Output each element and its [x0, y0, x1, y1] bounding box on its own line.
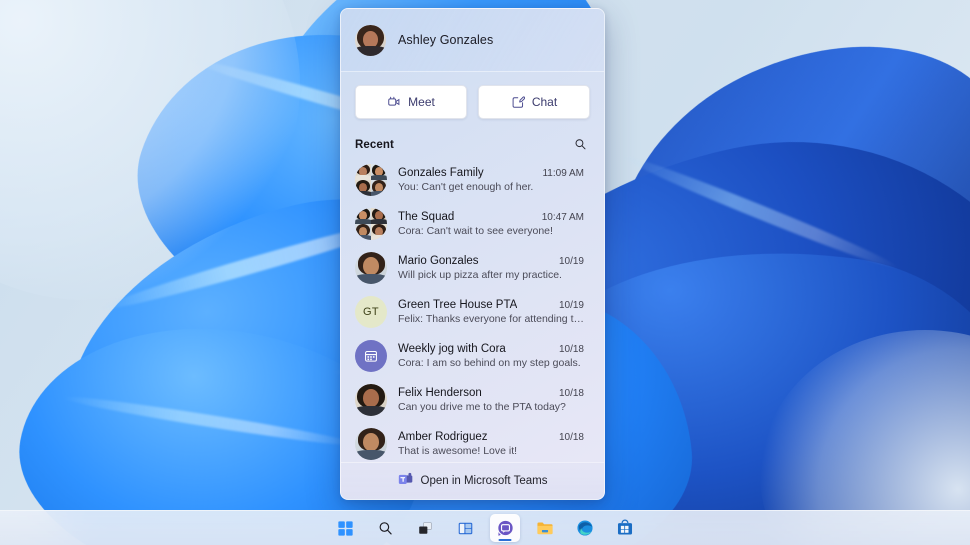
conversation-name: Amber Rodriguez — [398, 431, 488, 443]
open-in-teams-button[interactable]: Open in Microsoft Teams — [341, 462, 604, 499]
conversation-row[interactable]: Felix Henderson 10/18 Can you drive me to … — [341, 378, 604, 422]
conversation-timestamp: 11:09 AM — [542, 168, 584, 179]
conversation-preview: That is awesome! Love it! — [398, 445, 518, 457]
edge-button[interactable] — [570, 514, 600, 542]
video-camera-icon — [387, 95, 401, 109]
search-icon[interactable] — [573, 137, 588, 152]
ashley-gonzales-avatar — [355, 24, 386, 56]
search-icon — [377, 520, 394, 537]
conversation-name: Gonzales Family — [398, 167, 484, 179]
conversation-preview: Can you drive me to the PTA today? — [398, 401, 566, 413]
desktop-screen: Ashley Gonzales Meet Chat Recent Gonzale… — [0, 0, 970, 545]
conversation-preview: Cora: I am so behind on my step goals. — [398, 357, 581, 369]
the-squad-group-avatar — [355, 208, 387, 240]
conversation-body: Amber Rodriguez 10/18 That is awesome! Lov… — [398, 431, 590, 457]
meet-button-label: Meet — [408, 95, 435, 109]
conversation-timestamp: 10:47 AM — [541, 212, 584, 223]
amber-rodriguez-avatar — [355, 428, 387, 460]
conversation-row[interactable]: Amber Rodriguez 10/18 That is awesome! Lov… — [341, 422, 604, 466]
chat-flyout-panel: Ashley Gonzales Meet Chat Recent Gonzale… — [340, 8, 605, 500]
microsoft-edge-icon — [576, 519, 594, 537]
conversation-name: Mario Gonzales — [398, 255, 479, 267]
conversation-row[interactable]: GT Green Tree House PTA 10/19 Felix: Thanks… — [341, 290, 604, 334]
chat-button[interactable]: Chat — [478, 85, 590, 119]
conversation-body: Green Tree House PTA 10/19 Felix: Thanks e… — [398, 299, 590, 325]
gonzales-family-group-avatar — [355, 164, 387, 196]
task-view-icon — [417, 520, 434, 537]
taskbar — [0, 510, 970, 545]
recent-title: Recent — [355, 138, 394, 151]
conversation-row[interactable]: The Squad 10:47 AM Cora: Can't wait to see… — [341, 202, 604, 246]
chat-taskbar-button[interactable] — [490, 514, 520, 542]
wallpaper-petal — [549, 0, 970, 468]
conversation-name: Felix Henderson — [398, 387, 482, 399]
conversation-preview: Felix: Thanks everyone for attending tod… — [398, 313, 584, 325]
conversation-preview: You: Can't get enough of her. — [398, 181, 534, 193]
conversation-name: The Squad — [398, 211, 455, 223]
conversation-body: Mario Gonzales 10/19 Will pick up pizza af… — [398, 255, 590, 281]
microsoft-teams-icon — [398, 472, 413, 490]
mario-gonzales-avatar — [355, 252, 387, 284]
felix-henderson-avatar — [355, 384, 387, 416]
wallpaper-glow — [0, 0, 300, 300]
chat-button-label: Chat — [531, 95, 558, 109]
recent-conversation-list[interactable]: Gonzales Family 11:09 AM You: Can't get en… — [341, 158, 604, 470]
conversation-timestamp: 10/19 — [558, 300, 584, 311]
start-button[interactable] — [330, 514, 360, 542]
taskbar-items — [330, 514, 640, 542]
conversation-name: Green Tree House PTA — [398, 299, 518, 311]
microsoft-store-icon — [616, 519, 634, 537]
wallpaper-highlight — [60, 391, 360, 451]
weekly-jog-with-cora-avatar — [355, 340, 387, 372]
widgets-icon — [457, 520, 474, 537]
conversation-name: Weekly jog with Cora — [398, 343, 506, 355]
file-explorer-button[interactable] — [530, 514, 560, 542]
panel-actions: Meet Chat — [341, 72, 604, 133]
conversation-body: The Squad 10:47 AM Cora: Can't wait to see… — [398, 211, 590, 237]
open-in-teams-label: Open in Microsoft Teams — [420, 475, 548, 487]
conversation-preview: Will pick up pizza after my practice. — [398, 269, 562, 281]
widgets-button[interactable] — [450, 514, 480, 542]
store-button[interactable] — [610, 514, 640, 542]
conversation-timestamp: 10/18 — [558, 432, 584, 443]
conversation-row[interactable]: Weekly jog with Cora 10/18 Cora: I am so b… — [341, 334, 604, 378]
folder-icon — [536, 519, 554, 537]
recent-header: Recent — [341, 133, 604, 158]
conversation-body: Weekly jog with Cora 10/18 Cora: I am so b… — [398, 343, 590, 369]
conversation-body: Gonzales Family 11:09 AM You: Can't get en… — [398, 167, 590, 193]
teams-chat-icon — [496, 519, 515, 538]
conversation-timestamp: 10/18 — [558, 344, 584, 355]
task-view-button[interactable] — [410, 514, 440, 542]
wallpaper-highlight — [618, 149, 902, 275]
conversation-row[interactable]: Gonzales Family 11:09 AM You: Can't get en… — [341, 158, 604, 202]
conversation-row[interactable]: Mario Gonzales 10/19 Will pick up pizza af… — [341, 246, 604, 290]
conversation-timestamp: 10/18 — [558, 388, 584, 399]
windows-logo-icon — [337, 520, 354, 537]
search-button[interactable] — [370, 514, 400, 542]
meet-button[interactable]: Meet — [355, 85, 467, 119]
panel-header: Ashley Gonzales — [341, 9, 604, 72]
compose-chat-icon — [511, 95, 525, 109]
conversation-timestamp: 10/19 — [558, 256, 584, 267]
conversation-body: Felix Henderson 10/18 Can you drive me to … — [398, 387, 590, 413]
conversation-preview: Cora: Can't wait to see everyone! — [398, 225, 553, 237]
user-display-name: Ashley Gonzales — [398, 33, 494, 47]
green-tree-house-pta-avatar: GT — [355, 296, 387, 328]
